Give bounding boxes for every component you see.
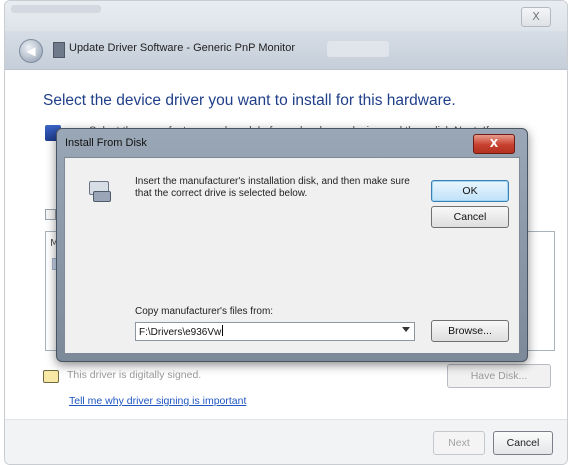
signature-text: This driver is digitally signed. xyxy=(67,369,202,381)
disk-drive-icon xyxy=(89,181,111,202)
dialog-cancel-button[interactable]: Cancel xyxy=(431,206,509,228)
background-window-title xyxy=(11,5,101,13)
files-path-combobox[interactable]: F:\Drivers\e936Vw xyxy=(135,322,415,341)
cancel-button[interactable]: Cancel xyxy=(493,431,553,455)
navbar-highlight xyxy=(327,41,389,57)
device-icon xyxy=(53,42,65,58)
dialog-close-button[interactable]: X xyxy=(473,134,515,154)
wizard-footer: Next Cancel xyxy=(5,419,567,464)
wizard-title: Update Driver Software - Generic PnP Mon… xyxy=(69,42,295,54)
path-text[interactable]: F:\Drivers\e936Vw xyxy=(139,325,224,338)
chevron-down-icon[interactable] xyxy=(402,327,410,332)
window-frame: X xyxy=(5,1,567,31)
certificate-icon xyxy=(43,370,59,383)
show-compatible-checkbox[interactable] xyxy=(45,209,56,220)
page-heading: Select the device driver you want to ins… xyxy=(43,92,456,109)
dialog-message: Insert the manufacturer's installation d… xyxy=(135,176,410,199)
next-button[interactable]: Next xyxy=(433,431,485,455)
dialog-title: Install From Disk xyxy=(65,137,147,149)
browse-button[interactable]: Browse... xyxy=(431,320,509,342)
dialog-body: Insert the manufacturer's installation d… xyxy=(64,157,520,354)
driver-signing-link[interactable]: Tell me why driver signing is important xyxy=(69,395,246,407)
wizard-navbar: ◀ Update Driver Software - Generic PnP M… xyxy=(5,31,567,70)
install-from-disk-dialog: Install From Disk X Insert the manufactu… xyxy=(56,128,528,362)
ok-button[interactable]: OK xyxy=(431,180,509,202)
have-disk-button[interactable]: Have Disk... xyxy=(447,364,551,388)
window-close-button[interactable]: X xyxy=(521,7,551,27)
back-button[interactable]: ◀ xyxy=(19,39,43,63)
copy-files-label: Copy manufacturer's files from: xyxy=(135,306,274,317)
